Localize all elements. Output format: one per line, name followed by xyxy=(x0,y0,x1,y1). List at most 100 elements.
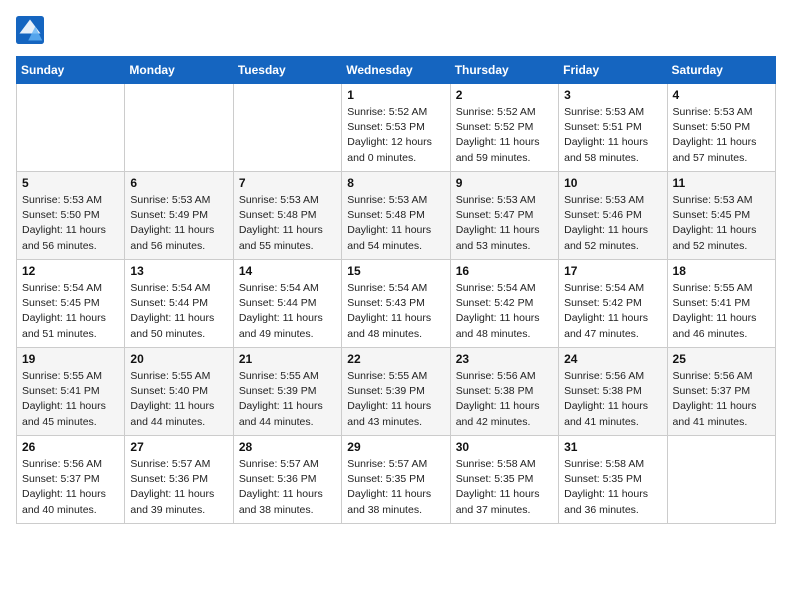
day-info: Sunrise: 5:55 AMSunset: 5:40 PMDaylight:… xyxy=(130,369,227,430)
calendar-cell: 25 Sunrise: 5:56 AMSunset: 5:37 PMDayligh… xyxy=(667,348,775,436)
day-number: 14 xyxy=(239,264,336,278)
calendar-cell: 22 Sunrise: 5:55 AMSunset: 5:39 PMDayligh… xyxy=(342,348,450,436)
day-number: 29 xyxy=(347,440,444,454)
page-header xyxy=(16,16,776,44)
calendar-cell: 9 Sunrise: 5:53 AMSunset: 5:47 PMDaylight… xyxy=(450,172,558,260)
day-info: Sunrise: 5:53 AMSunset: 5:50 PMDaylight:… xyxy=(22,193,119,254)
day-info: Sunrise: 5:53 AMSunset: 5:47 PMDaylight:… xyxy=(456,193,553,254)
day-number: 20 xyxy=(130,352,227,366)
calendar-cell: 11 Sunrise: 5:53 AMSunset: 5:45 PMDayligh… xyxy=(667,172,775,260)
day-number: 25 xyxy=(673,352,770,366)
day-number: 27 xyxy=(130,440,227,454)
day-number: 15 xyxy=(347,264,444,278)
calendar-table: SundayMondayTuesdayWednesdayThursdayFrid… xyxy=(16,56,776,524)
day-number: 28 xyxy=(239,440,336,454)
day-number: 11 xyxy=(673,176,770,190)
weekday-header-friday: Friday xyxy=(559,57,667,84)
day-number: 12 xyxy=(22,264,119,278)
day-number: 26 xyxy=(22,440,119,454)
calendar-header: SundayMondayTuesdayWednesdayThursdayFrid… xyxy=(17,57,776,84)
weekday-header-monday: Monday xyxy=(125,57,233,84)
calendar-cell: 12 Sunrise: 5:54 AMSunset: 5:45 PMDayligh… xyxy=(17,260,125,348)
calendar-cell: 24Sunrise: 5:56 AMSunset: 5:38 PMDayligh… xyxy=(559,348,667,436)
calendar-cell: 20 Sunrise: 5:55 AMSunset: 5:40 PMDayligh… xyxy=(125,348,233,436)
calendar-cell: 21 Sunrise: 5:55 AMSunset: 5:39 PMDayligh… xyxy=(233,348,341,436)
day-number: 1 xyxy=(347,88,444,102)
calendar-cell: 29 Sunrise: 5:57 AMSunset: 5:35 PMDayligh… xyxy=(342,436,450,524)
day-info: Sunrise: 5:54 AMSunset: 5:42 PMDaylight:… xyxy=(564,281,661,342)
calendar-cell xyxy=(125,84,233,172)
calendar-cell: 2Sunrise: 5:52 AMSunset: 5:52 PMDaylight… xyxy=(450,84,558,172)
day-number: 21 xyxy=(239,352,336,366)
calendar-cell: 23 Sunrise: 5:56 AMSunset: 5:38 PMDayligh… xyxy=(450,348,558,436)
day-number: 19 xyxy=(22,352,119,366)
calendar-cell: 26 Sunrise: 5:56 AMSunset: 5:37 PMDayligh… xyxy=(17,436,125,524)
day-number: 4 xyxy=(673,88,770,102)
logo xyxy=(16,16,48,44)
day-number: 18 xyxy=(673,264,770,278)
day-info: Sunrise: 5:55 AMSunset: 5:39 PMDaylight:… xyxy=(347,369,444,430)
calendar-cell: 4Sunrise: 5:53 AMSunset: 5:50 PMDaylight… xyxy=(667,84,775,172)
day-number: 30 xyxy=(456,440,553,454)
day-info: Sunrise: 5:57 AMSunset: 5:35 PMDaylight:… xyxy=(347,457,444,518)
calendar-cell: 10Sunrise: 5:53 AMSunset: 5:46 PMDayligh… xyxy=(559,172,667,260)
calendar-cell: 16 Sunrise: 5:54 AMSunset: 5:42 PMDayligh… xyxy=(450,260,558,348)
day-number: 22 xyxy=(347,352,444,366)
day-info: Sunrise: 5:55 AMSunset: 5:41 PMDaylight:… xyxy=(22,369,119,430)
calendar-cell: 1Sunrise: 5:52 AMSunset: 5:53 PMDaylight… xyxy=(342,84,450,172)
day-number: 6 xyxy=(130,176,227,190)
day-number: 9 xyxy=(456,176,553,190)
day-info: Sunrise: 5:54 AMSunset: 5:43 PMDaylight:… xyxy=(347,281,444,342)
day-number: 17 xyxy=(564,264,661,278)
calendar-cell: 17 Sunrise: 5:54 AMSunset: 5:42 PMDayligh… xyxy=(559,260,667,348)
calendar-cell: 14 Sunrise: 5:54 AMSunset: 5:44 PMDayligh… xyxy=(233,260,341,348)
day-info: Sunrise: 5:54 AMSunset: 5:44 PMDaylight:… xyxy=(239,281,336,342)
day-info: Sunrise: 5:57 AMSunset: 5:36 PMDaylight:… xyxy=(239,457,336,518)
day-info: Sunrise: 5:53 AMSunset: 5:49 PMDaylight:… xyxy=(130,193,227,254)
day-info: Sunrise: 5:54 AMSunset: 5:44 PMDaylight:… xyxy=(130,281,227,342)
day-number: 10 xyxy=(564,176,661,190)
calendar-cell xyxy=(17,84,125,172)
calendar-week-4: 19 Sunrise: 5:55 AMSunset: 5:41 PMDayligh… xyxy=(17,348,776,436)
calendar-cell: 7Sunrise: 5:53 AMSunset: 5:48 PMDaylight… xyxy=(233,172,341,260)
day-info: Sunrise: 5:56 AMSunset: 5:37 PMDaylight:… xyxy=(22,457,119,518)
day-number: 31 xyxy=(564,440,661,454)
day-number: 23 xyxy=(456,352,553,366)
calendar-cell xyxy=(667,436,775,524)
day-info: Sunrise: 5:53 AMSunset: 5:48 PMDaylight:… xyxy=(239,193,336,254)
day-info: Sunrise: 5:53 AMSunset: 5:48 PMDaylight:… xyxy=(347,193,444,254)
calendar-cell: 31Sunrise: 5:58 AMSunset: 5:35 PMDayligh… xyxy=(559,436,667,524)
day-info: Sunrise: 5:56 AMSunset: 5:37 PMDaylight:… xyxy=(673,369,770,430)
weekday-header-wednesday: Wednesday xyxy=(342,57,450,84)
day-info: Sunrise: 5:56 AMSunset: 5:38 PMDaylight:… xyxy=(564,369,661,430)
day-info: Sunrise: 5:53 AMSunset: 5:51 PMDaylight:… xyxy=(564,105,661,166)
calendar-cell xyxy=(233,84,341,172)
day-info: Sunrise: 5:54 AMSunset: 5:42 PMDaylight:… xyxy=(456,281,553,342)
day-info: Sunrise: 5:52 AMSunset: 5:52 PMDaylight:… xyxy=(456,105,553,166)
day-info: Sunrise: 5:54 AMSunset: 5:45 PMDaylight:… xyxy=(22,281,119,342)
weekday-header-row: SundayMondayTuesdayWednesdayThursdayFrid… xyxy=(17,57,776,84)
day-number: 3 xyxy=(564,88,661,102)
weekday-header-sunday: Sunday xyxy=(17,57,125,84)
calendar-cell: 8 Sunrise: 5:53 AMSunset: 5:48 PMDaylight… xyxy=(342,172,450,260)
day-info: Sunrise: 5:58 AMSunset: 5:35 PMDaylight:… xyxy=(456,457,553,518)
calendar-cell: 18 Sunrise: 5:55 AMSunset: 5:41 PMDayligh… xyxy=(667,260,775,348)
day-info: Sunrise: 5:57 AMSunset: 5:36 PMDaylight:… xyxy=(130,457,227,518)
calendar-cell: 6 Sunrise: 5:53 AMSunset: 5:49 PMDaylight… xyxy=(125,172,233,260)
day-number: 5 xyxy=(22,176,119,190)
calendar-week-3: 12 Sunrise: 5:54 AMSunset: 5:45 PMDayligh… xyxy=(17,260,776,348)
calendar-cell: 30 Sunrise: 5:58 AMSunset: 5:35 PMDayligh… xyxy=(450,436,558,524)
day-info: Sunrise: 5:55 AMSunset: 5:39 PMDaylight:… xyxy=(239,369,336,430)
day-info: Sunrise: 5:53 AMSunset: 5:45 PMDaylight:… xyxy=(673,193,770,254)
day-info: Sunrise: 5:56 AMSunset: 5:38 PMDaylight:… xyxy=(456,369,553,430)
day-number: 16 xyxy=(456,264,553,278)
weekday-header-tuesday: Tuesday xyxy=(233,57,341,84)
calendar-cell: 15 Sunrise: 5:54 AMSunset: 5:43 PMDayligh… xyxy=(342,260,450,348)
day-number: 8 xyxy=(347,176,444,190)
weekday-header-saturday: Saturday xyxy=(667,57,775,84)
calendar-cell: 19 Sunrise: 5:55 AMSunset: 5:41 PMDayligh… xyxy=(17,348,125,436)
calendar-week-1: 1Sunrise: 5:52 AMSunset: 5:53 PMDaylight… xyxy=(17,84,776,172)
calendar-week-5: 26 Sunrise: 5:56 AMSunset: 5:37 PMDayligh… xyxy=(17,436,776,524)
day-info: Sunrise: 5:55 AMSunset: 5:41 PMDaylight:… xyxy=(673,281,770,342)
calendar-cell: 27 Sunrise: 5:57 AMSunset: 5:36 PMDayligh… xyxy=(125,436,233,524)
